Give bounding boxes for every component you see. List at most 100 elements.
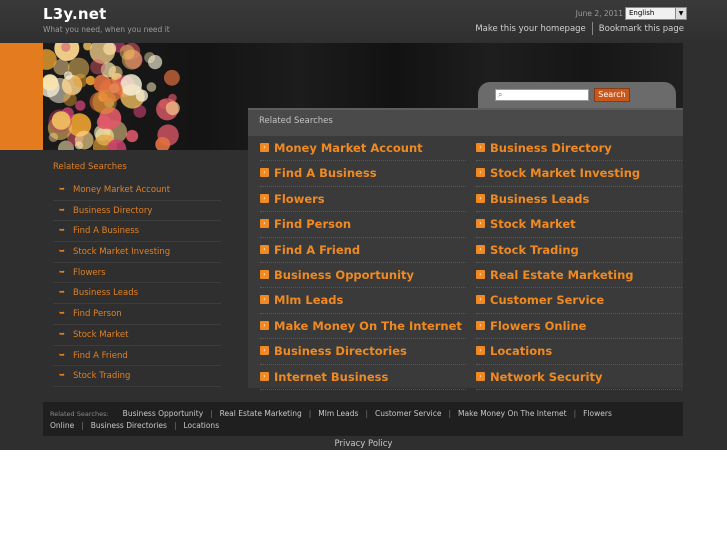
related-link-item[interactable]: › Real Estate Marketing bbox=[476, 263, 682, 289]
sidebar-item-label: Stock Market Investing bbox=[73, 247, 171, 258]
related-link-item[interactable]: › Stock Trading bbox=[476, 238, 682, 263]
related-link-item[interactable]: › Mlm Leads bbox=[260, 288, 466, 314]
related-link-item[interactable]: › Business Leads bbox=[476, 187, 682, 213]
sidebar-item[interactable]: ➥ Stock Trading bbox=[53, 366, 221, 387]
sidebar-item-label: Flowers bbox=[73, 267, 106, 278]
related-link-item[interactable]: › Stock Market bbox=[476, 212, 682, 238]
related-link-label: Find A Friend bbox=[274, 242, 361, 257]
footer-link[interactable]: Business Opportunity bbox=[123, 409, 203, 418]
privacy-policy-link[interactable]: Privacy Policy bbox=[0, 439, 727, 449]
footer-link[interactable]: Make Money On The Internet bbox=[458, 409, 567, 418]
arrow-bullet-icon: ➥ bbox=[59, 350, 65, 359]
sidebar-item[interactable]: ➥ Business Leads bbox=[53, 283, 221, 305]
related-link-label: Money Market Account bbox=[274, 141, 423, 155]
bokeh-light bbox=[74, 130, 94, 150]
related-link-item[interactable]: › Network Security bbox=[476, 365, 682, 390]
chevron-down-icon[interactable]: ▼ bbox=[675, 8, 686, 19]
search-box: ⌕ Search bbox=[478, 82, 676, 108]
language-select[interactable]: English ▼ bbox=[625, 7, 687, 20]
search-button[interactable]: Search bbox=[594, 88, 630, 102]
arrow-bullet-icon: ➥ bbox=[59, 247, 65, 256]
footer-link[interactable]: Real Estate Marketing bbox=[220, 409, 302, 418]
site-logo[interactable]: L3y.net bbox=[43, 5, 107, 23]
related-link-item[interactable]: › Stock Market Investing bbox=[476, 161, 682, 187]
orange-accent-block bbox=[0, 43, 43, 150]
bokeh-light bbox=[146, 82, 157, 92]
related-link-item[interactable]: › Business Directory bbox=[476, 136, 682, 162]
search-input[interactable] bbox=[495, 89, 589, 101]
related-link-label: Flowers bbox=[274, 191, 325, 206]
arrow-bullet-icon: › bbox=[476, 168, 485, 178]
related-link-label: Business Directory bbox=[490, 141, 612, 155]
related-link-item[interactable]: › Internet Business bbox=[260, 365, 466, 390]
related-link-item[interactable]: › Money Market Account bbox=[260, 136, 466, 162]
arrow-bullet-icon: › bbox=[260, 168, 269, 178]
footer-link[interactable]: Locations bbox=[183, 421, 219, 430]
divider bbox=[591, 22, 593, 35]
arrow-bullet-icon: ➥ bbox=[59, 185, 65, 193]
related-link-label: Business Directories bbox=[274, 344, 407, 359]
sidebar-item-label: Find A Friend bbox=[73, 350, 128, 361]
top-bar: L3y.net What you need, when you need it … bbox=[0, 0, 727, 43]
related-link-item[interactable]: › Customer Service bbox=[476, 288, 682, 314]
divider: | bbox=[448, 409, 452, 418]
search-icon: ⌕ bbox=[498, 90, 503, 99]
related-link-item[interactable]: › Find A Business bbox=[260, 161, 466, 187]
arrow-bullet-icon: › bbox=[260, 371, 269, 381]
homepage-link[interactable]: Make this your homepage bbox=[475, 24, 585, 34]
bokeh-light bbox=[63, 71, 73, 80]
arrow-bullet-icon: › bbox=[476, 346, 485, 356]
related-link-item[interactable]: › Find Person bbox=[260, 212, 466, 238]
arrow-bullet-icon: › bbox=[260, 320, 269, 330]
related-link-label: Business Leads bbox=[490, 191, 590, 206]
related-link-label: Business Opportunity bbox=[274, 268, 415, 282]
related-link-item[interactable]: › Flowers Online bbox=[476, 314, 682, 340]
arrow-bullet-icon: ➥ bbox=[59, 329, 65, 338]
related-link-label: Network Security bbox=[490, 369, 603, 384]
arrow-bullet-icon: › bbox=[260, 143, 269, 152]
sidebar-item-label: Stock Trading bbox=[73, 371, 131, 382]
related-link-item[interactable]: › Make Money On The Internet bbox=[260, 314, 466, 340]
arrow-bullet-icon: › bbox=[476, 270, 485, 279]
sidebar-item-label: Find A Business bbox=[73, 226, 140, 237]
footer-link[interactable]: Business Directories bbox=[91, 421, 167, 430]
sidebar-item[interactable]: ➥ Flowers bbox=[53, 263, 221, 284]
related-link-label: Real Estate Marketing bbox=[490, 268, 634, 282]
divider: | bbox=[81, 421, 84, 430]
arrow-bullet-icon: › bbox=[260, 295, 269, 305]
related-link-item[interactable]: › Business Opportunity bbox=[260, 263, 466, 289]
footer-link[interactable]: Customer Service bbox=[375, 409, 442, 418]
arrow-bullet-icon: › bbox=[476, 371, 485, 381]
sidebar-item[interactable]: ➥ Stock Market bbox=[53, 325, 221, 346]
related-link-item[interactable]: › Business Directories bbox=[260, 339, 466, 365]
divider: | bbox=[365, 409, 368, 418]
sidebar-item[interactable]: ➥ Business Directory bbox=[53, 201, 221, 222]
date-label: June 2, 2011 bbox=[575, 9, 623, 18]
related-link-label: Find Person bbox=[274, 217, 352, 232]
sidebar-item[interactable]: ➥ Money Market Account bbox=[53, 180, 221, 201]
bokeh-light bbox=[135, 89, 148, 102]
footer-label: Related Searches: bbox=[50, 410, 109, 418]
divider: | bbox=[210, 409, 213, 418]
sidebar-item-label: Stock Market bbox=[73, 329, 129, 340]
related-link-label: Mlm Leads bbox=[274, 293, 344, 308]
sidebar-item[interactable]: ➥ Find A Business bbox=[53, 221, 221, 243]
top-links: Make this your homepage Bookmark this pag… bbox=[470, 22, 684, 35]
related-link-item[interactable]: › Locations bbox=[476, 339, 682, 365]
bokeh-light bbox=[164, 69, 180, 86]
bokeh-light bbox=[121, 49, 142, 70]
sidebar-item[interactable]: ➥ Find Person bbox=[53, 304, 221, 325]
related-link-item[interactable]: › Find A Friend bbox=[260, 238, 466, 263]
related-link-label: Stock Trading bbox=[490, 242, 579, 257]
footer-link[interactable]: Mlm Leads bbox=[318, 409, 358, 418]
sidebar-item[interactable]: ➥ Find A Friend bbox=[53, 346, 221, 367]
bokeh-light bbox=[63, 92, 77, 107]
bookmark-link[interactable]: Bookmark this page bbox=[599, 24, 684, 34]
related-link-item[interactable]: › Flowers bbox=[260, 187, 466, 213]
bokeh-light bbox=[92, 90, 117, 115]
arrow-bullet-icon: ➥ bbox=[59, 309, 65, 318]
divider: | bbox=[308, 409, 312, 418]
sidebar-item[interactable]: ➥ Stock Market Investing bbox=[53, 242, 221, 263]
bokeh-light bbox=[148, 55, 163, 70]
arrow-bullet-icon: ➥ bbox=[59, 226, 65, 235]
